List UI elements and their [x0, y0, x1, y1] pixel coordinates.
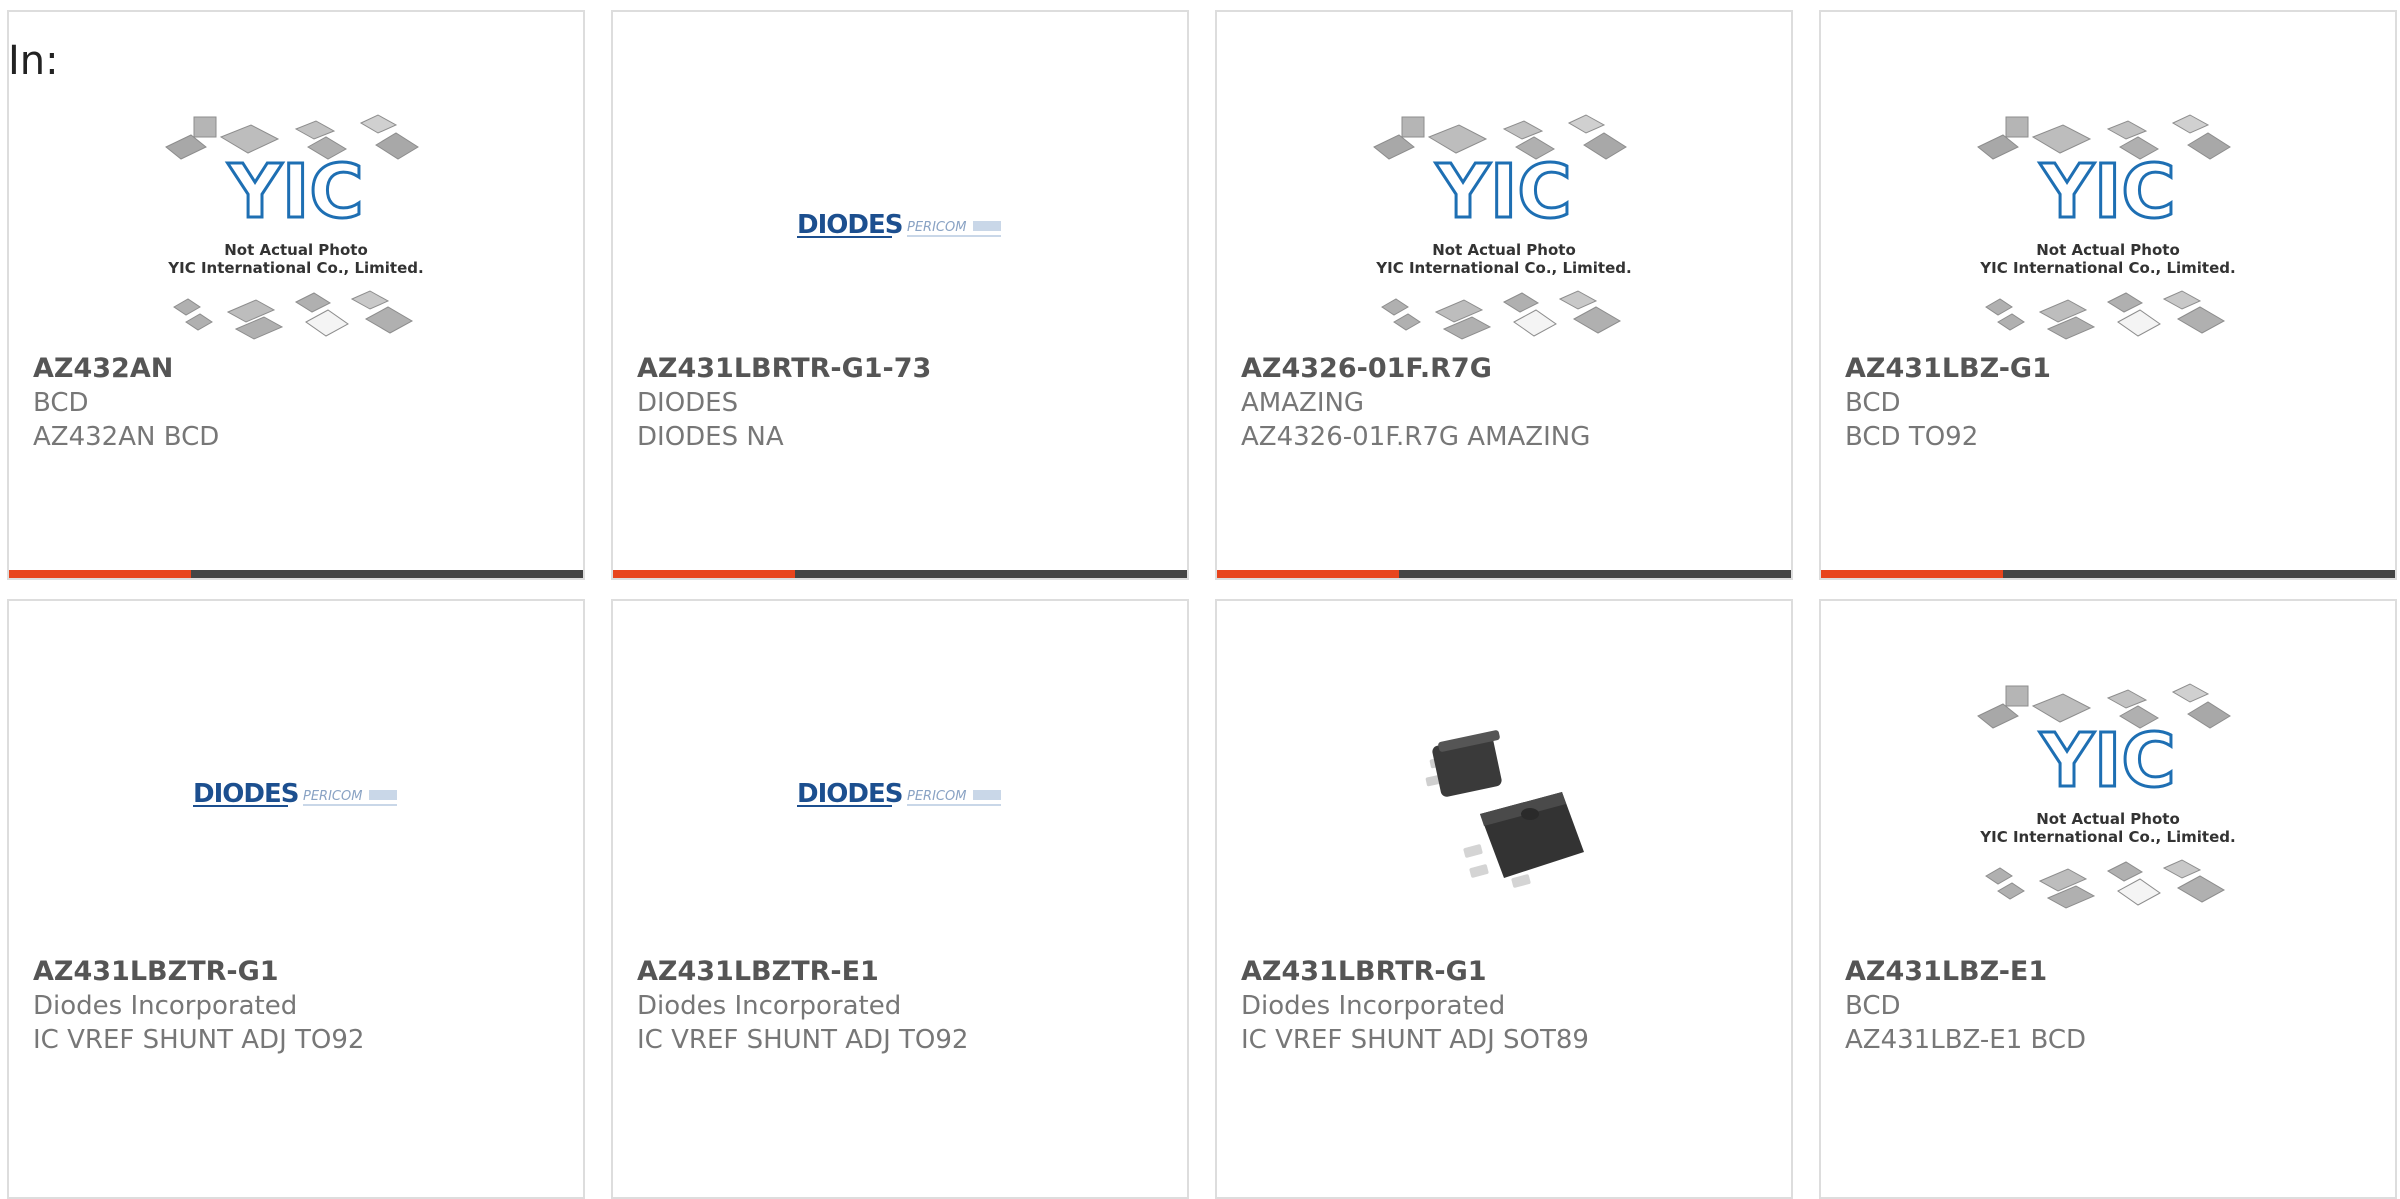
- card-accent: [9, 570, 191, 578]
- description: AZ431LBZ-E1 BCD: [1845, 1025, 2087, 1055]
- description: AZ432AN BCD: [33, 422, 220, 452]
- card-bottom-bar: [1217, 570, 1791, 578]
- product-image[interactable]: YIC Not Actual Photo YIC International C…: [1821, 661, 2395, 931]
- product-card[interactable]: AZ431LBRTR-G1 Diodes Incorporated IC VRE…: [1215, 599, 1793, 1199]
- product-image[interactable]: [1217, 661, 1791, 931]
- svg-text:Not Actual Photo: Not Actual Photo: [224, 241, 368, 259]
- product-card[interactable]: DIODES PERICOM AZ431LBZTR-G1 Diodes Inco…: [7, 599, 585, 1199]
- description: DIODES NA: [637, 422, 784, 452]
- manufacturer: Diodes Incorporated: [1241, 991, 1506, 1021]
- svg-text:YIC International Co., Limited: YIC International Co., Limited.: [1979, 259, 2235, 277]
- description: IC VREF SHUNT ADJ TO92: [33, 1025, 365, 1055]
- in-label: In:: [8, 38, 59, 84]
- card-accent: [1217, 570, 1399, 578]
- diodes-logo-icon: DIODES PERICOM: [797, 779, 1001, 809]
- product-card[interactable]: YIC Not Actual Photo YIC International C…: [1819, 10, 2397, 580]
- svg-text:Not Actual Photo: Not Actual Photo: [2036, 241, 2180, 259]
- product-image[interactable]: DIODES PERICOM: [613, 92, 1187, 362]
- part-number[interactable]: AZ432AN: [33, 353, 173, 384]
- card-bottom-bar: [9, 570, 583, 578]
- svg-text:PERICOM: PERICOM: [907, 789, 966, 804]
- sot89-package-icon: [1425, 730, 1584, 888]
- svg-text:YIC International Co., Limited: YIC International Co., Limited.: [167, 259, 423, 277]
- product-image[interactable]: DIODES PERICOM: [9, 661, 583, 931]
- card-accent: [613, 570, 795, 578]
- svg-text:PERICOM: PERICOM: [303, 789, 362, 804]
- manufacturer: Diodes Incorporated: [637, 991, 902, 1021]
- svg-text:DIODES: DIODES: [797, 210, 902, 240]
- product-image[interactable]: YIC Not Actual Photo YIC International C…: [1217, 92, 1791, 362]
- card-bottom-bar: [1821, 570, 2395, 578]
- svg-text:PERICOM: PERICOM: [907, 220, 966, 235]
- part-number[interactable]: AZ431LBZ-E1: [1845, 956, 2047, 987]
- svg-text:YIC: YIC: [2039, 149, 2175, 235]
- yic-placeholder-icon: YIC Not Actual Photo YIC International C…: [1977, 114, 2236, 340]
- product-grid: YIC Not Actual Photo YIC International C…: [0, 0, 2400, 1199]
- svg-text:DIODES: DIODES: [193, 779, 298, 809]
- manufacturer: Diodes Incorporated: [33, 991, 298, 1021]
- manufacturer: BCD: [33, 388, 89, 418]
- part-number[interactable]: AZ431LBRTR-G1-73: [637, 353, 931, 384]
- description: IC VREF SHUNT ADJ SOT89: [1241, 1025, 1589, 1055]
- product-card[interactable]: YIC Not Actual Photo YIC International C…: [1819, 599, 2397, 1199]
- manufacturer: AMAZING: [1241, 388, 1365, 418]
- manufacturer: BCD: [1845, 388, 1901, 418]
- svg-text:YIC: YIC: [227, 149, 363, 235]
- diodes-logo-icon: DIODES PERICOM: [797, 210, 1001, 240]
- manufacturer: BCD: [1845, 991, 1901, 1021]
- manufacturer: DIODES: [637, 388, 739, 418]
- part-number[interactable]: AZ431LBZTR-G1: [33, 956, 279, 987]
- svg-text:YIC International Co., Limited: YIC International Co., Limited.: [1375, 259, 1631, 277]
- diodes-logo-icon: DIODES PERICOM: [193, 779, 397, 809]
- product-card[interactable]: YIC Not Actual Photo YIC International C…: [1215, 10, 1793, 580]
- description: IC VREF SHUNT ADJ TO92: [637, 1025, 969, 1055]
- yic-placeholder-icon: YIC Not Actual Photo YIC International C…: [165, 114, 424, 340]
- svg-text:Not Actual Photo: Not Actual Photo: [2036, 810, 2180, 828]
- svg-text:Not Actual Photo: Not Actual Photo: [1432, 241, 1576, 259]
- yic-placeholder-icon: YIC Not Actual Photo YIC International C…: [1977, 683, 2236, 909]
- card-accent: [1821, 570, 2003, 578]
- product-image[interactable]: YIC Not Actual Photo YIC International C…: [1821, 92, 2395, 362]
- product-image[interactable]: YIC Not Actual Photo YIC International C…: [9, 92, 583, 362]
- part-number[interactable]: AZ431LBZTR-E1: [637, 956, 879, 987]
- product-card[interactable]: DIODES PERICOM AZ431LBRTR-G1-73 DIODES D…: [611, 10, 1189, 580]
- product-image[interactable]: DIODES PERICOM: [613, 661, 1187, 931]
- description: BCD TO92: [1845, 422, 1979, 452]
- svg-text:YIC: YIC: [1435, 149, 1571, 235]
- product-card[interactable]: DIODES PERICOM AZ431LBZTR-E1 Diodes Inco…: [611, 599, 1189, 1199]
- description: AZ4326-01F.R7G AMAZING: [1241, 422, 1591, 452]
- svg-text:YIC International Co., Limited: YIC International Co., Limited.: [1979, 828, 2235, 846]
- part-number[interactable]: AZ431LBRTR-G1: [1241, 956, 1487, 987]
- svg-text:DIODES: DIODES: [797, 779, 902, 809]
- part-number[interactable]: AZ431LBZ-G1: [1845, 353, 2051, 384]
- svg-text:YIC: YIC: [2039, 718, 2175, 804]
- card-bottom-bar: [613, 570, 1187, 578]
- yic-placeholder-icon: YIC Not Actual Photo YIC International C…: [1373, 114, 1632, 340]
- part-number[interactable]: AZ4326-01F.R7G: [1241, 353, 1492, 384]
- product-card[interactable]: YIC Not Actual Photo YIC International C…: [7, 10, 585, 580]
